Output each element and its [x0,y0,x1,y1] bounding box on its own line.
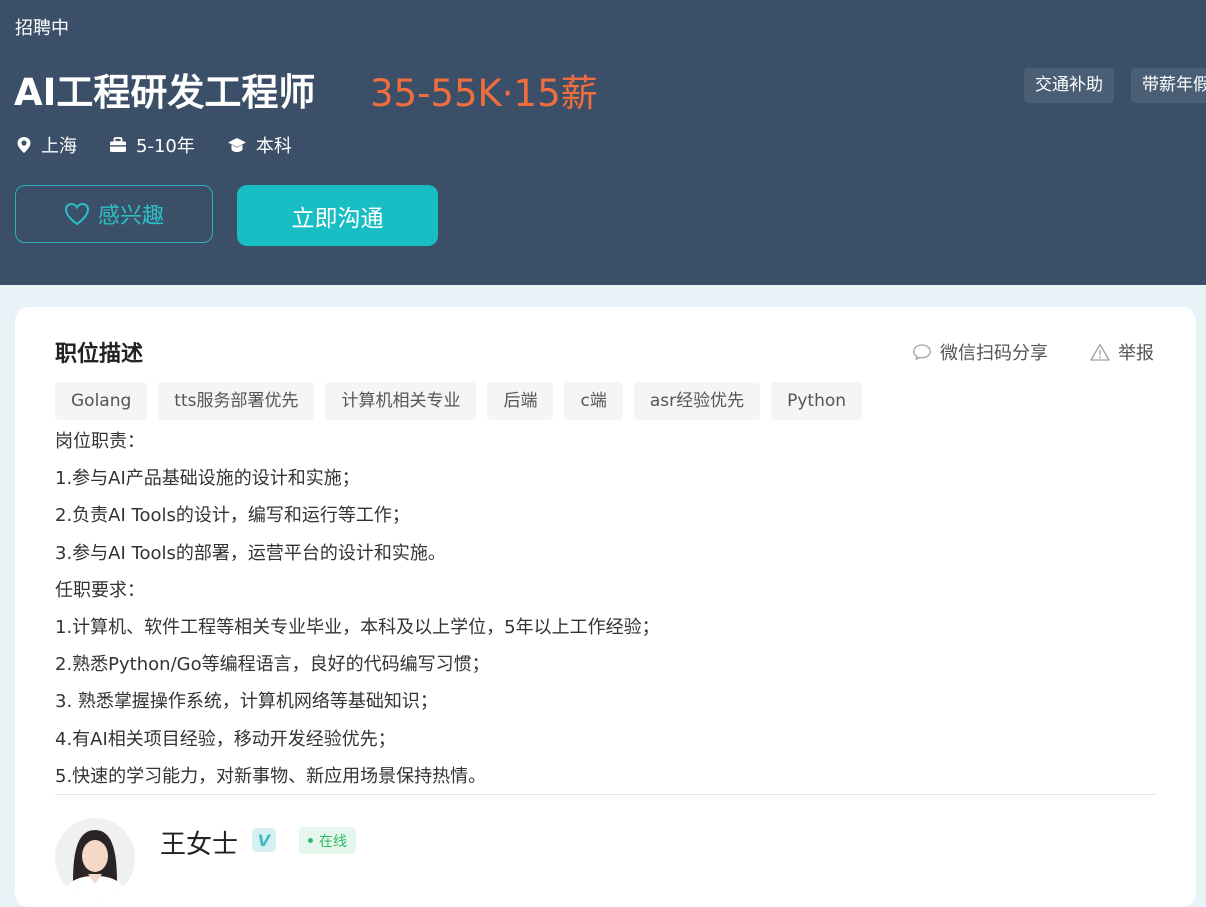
description-line: 2.负责AI Tools的设计，编写和运行等工作； [55,505,410,527]
skill-tags: Golang tts服务部署优先 计算机相关专业 后端 c端 asr经验优先 P… [55,382,873,420]
skill-tag: Python [771,382,863,420]
description-line: 2.熟悉Python/Go等编程语言，良好的代码编写习惯； [55,654,490,676]
experience-text: 5-10年 [136,136,195,157]
recruiter-info: 王女士 V 在线 [55,812,655,898]
job-description-text: 岗位职责： 1.参与AI产品基础设施的设计和实施； 2.负责AI Tools的设… [55,423,1155,795]
skill-tag: tts服务部署优先 [158,382,315,420]
job-title: AI工程研发工程师 [14,71,316,114]
divider [55,794,1156,795]
description-line: 5.快速的学习能力，对新事物、新应用场景保持热情。 [55,765,487,787]
description-line: 1.参与AI产品基础设施的设计和实施； [55,468,360,490]
graduation-cap-icon [227,138,246,152]
recruiter-photo [55,818,135,898]
chat-now-button[interactable]: 立即沟通 [237,185,438,246]
description-line: 3. 熟悉掌握操作系统，计算机网络等基础知识； [55,691,438,713]
description-line: 岗位职责： [55,431,145,452]
skill-tag: 后端 [487,382,554,420]
chat-now-label: 立即沟通 [291,205,384,232]
section-title: 职位描述 [55,342,144,367]
chat-bubble-icon [913,344,931,361]
description-line: 1.计算机、软件工程等相关专业毕业，本科及以上学位，5年以上工作经验； [55,616,660,638]
salary: 35-55K·15薪 [370,72,598,115]
warning-icon [1090,343,1110,361]
description-line: 3.参与AI Tools的部署，运营平台的设计和实施。 [55,542,446,564]
wechat-share-button[interactable]: 微信扫码分享 [912,339,1048,365]
online-status-text: 在线 [319,833,347,850]
verified-icon: V [252,828,276,852]
benefit-tag: 交通补助 [1024,68,1114,103]
heart-icon [64,202,89,226]
report-label: 举报 [1118,343,1154,364]
description-line: 4.有AI相关项目经验，移动开发经验优先； [55,728,396,750]
job-status: 招聘中 [15,18,69,39]
interest-label: 感兴趣 [97,204,164,229]
wechat-share-label: 微信扫码分享 [940,343,1048,364]
avatar[interactable] [55,818,135,898]
skill-tag: asr经验优先 [633,382,761,420]
job-description-card: 职位描述 微信扫码分享 举报 Golang tts服务部署优先 计算机相关专业 … [15,307,1196,907]
interest-button[interactable]: 感兴趣 [15,185,213,243]
recruiter-name: 王女士 [160,830,239,860]
location-pin-icon [17,137,31,153]
education-text: 本科 [255,136,292,157]
skill-tag: 计算机相关专业 [325,382,477,420]
job-header: 招聘中 AI工程研发工程师 35-55K·15薪 交通补助 带薪年假 上海 5-… [0,0,1206,285]
skill-tag: Golang [55,382,148,420]
verified-mark: V [257,830,271,850]
location: 上海 [16,132,77,158]
job-meta: 上海 5-10年 本科 [16,132,324,158]
report-button[interactable]: 举报 [1090,339,1154,365]
experience: 5-10年 [109,132,195,158]
skill-tag: c端 [564,382,623,420]
briefcase-icon [110,137,126,152]
location-text: 上海 [41,136,77,157]
online-status-badge: 在线 [299,827,356,854]
online-dot-icon [308,838,313,843]
benefit-tag: 带薪年假 [1131,68,1206,103]
education: 本科 [227,132,292,158]
description-line: 任职要求： [55,579,145,601]
